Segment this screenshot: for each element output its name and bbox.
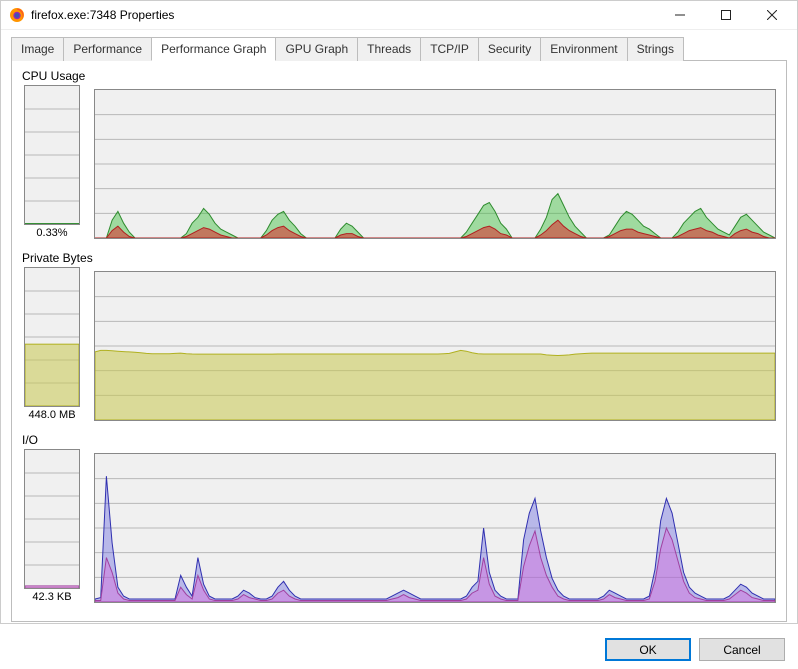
io-block: I/O 42.3 KB	[22, 433, 776, 603]
window-title: firefox.exe:7348 Properties	[31, 8, 657, 22]
io-label: I/O	[22, 433, 776, 447]
content-area: ImagePerformancePerformance GraphGPU Gra…	[1, 30, 797, 630]
tab-tcp-ip[interactable]: TCP/IP	[420, 37, 479, 61]
cpu-history-graph	[94, 89, 776, 239]
io-value: 42.3 KB	[32, 591, 71, 603]
tab-gpu-graph[interactable]: GPU Graph	[275, 37, 358, 61]
tab-environment[interactable]: Environment	[540, 37, 627, 61]
minimize-button[interactable]	[657, 1, 703, 29]
tab-strings[interactable]: Strings	[627, 37, 684, 61]
tab-image[interactable]: Image	[11, 37, 64, 61]
tab-performance[interactable]: Performance	[63, 37, 152, 61]
maximize-button[interactable]	[703, 1, 749, 29]
cpu-instant-graph	[24, 85, 80, 225]
tab-threads[interactable]: Threads	[357, 37, 421, 61]
firefox-icon	[9, 7, 25, 23]
close-button[interactable]	[749, 1, 795, 29]
tab-bar: ImagePerformancePerformance GraphGPU Gra…	[11, 37, 787, 61]
tab-security[interactable]: Security	[478, 37, 541, 61]
cpu-usage-value: 0.33%	[36, 227, 67, 239]
io-instant-graph	[24, 449, 80, 589]
io-history-graph	[94, 453, 776, 603]
ok-button[interactable]: OK	[605, 638, 691, 661]
private-bytes-value: 448.0 MB	[28, 409, 75, 421]
tab-performance-graph[interactable]: Performance Graph	[151, 37, 276, 61]
window: firefox.exe:7348 Properties ImagePerform…	[0, 0, 798, 624]
dialog-buttons: OK Cancel	[1, 630, 797, 669]
private-bytes-label: Private Bytes	[22, 251, 776, 265]
tab-panel-performance-graph: CPU Usage 0.33% Private Bytes 448.0 MB	[11, 60, 787, 622]
mem-instant-graph	[24, 267, 80, 407]
cpu-usage-label: CPU Usage	[22, 69, 776, 83]
cancel-button[interactable]: Cancel	[699, 638, 785, 661]
private-bytes-block: Private Bytes 448.0 MB	[22, 251, 776, 421]
mem-history-graph	[94, 271, 776, 421]
cpu-usage-block: CPU Usage 0.33%	[22, 69, 776, 239]
window-controls	[657, 1, 795, 29]
titlebar[interactable]: firefox.exe:7348 Properties	[1, 1, 797, 30]
